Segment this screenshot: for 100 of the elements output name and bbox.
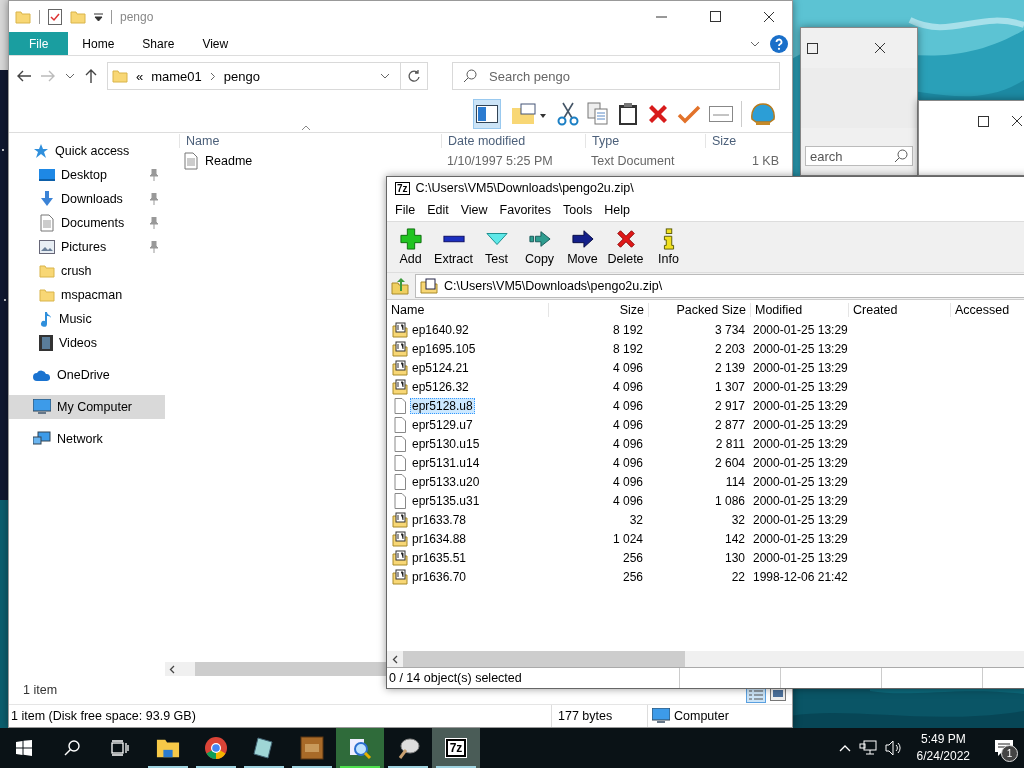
network-icon[interactable]: [858, 740, 877, 756]
search-field[interactable]: earch: [805, 146, 913, 166]
ribbon-tab[interactable]: Home: [68, 32, 129, 55]
address-field[interactable]: « mame01 pengo: [107, 62, 401, 90]
file-name[interactable]: pr1635.51: [410, 549, 469, 566]
close-icon[interactable]: [874, 42, 886, 54]
toolbar-button[interactable]: Move: [561, 222, 604, 272]
menu-item[interactable]: Edit: [421, 203, 455, 217]
up-folder-icon[interactable]: [391, 277, 409, 295]
column-header[interactable]: Name: [179, 134, 441, 148]
maximize-icon[interactable]: [978, 115, 989, 127]
file-name[interactable]: ep5124.21: [410, 359, 471, 376]
column-header[interactable]: Name: [387, 303, 549, 317]
clock[interactable]: 5:49 PM 6/24/2022: [910, 731, 976, 765]
delete-icon[interactable]: [647, 103, 669, 125]
maximize-icon[interactable]: [709, 11, 721, 22]
clipboard-icon[interactable]: [617, 102, 639, 126]
nav-item[interactable]: Desktop: [9, 163, 165, 187]
rename-icon[interactable]: [709, 106, 733, 122]
menu-item[interactable]: Tools: [557, 203, 599, 217]
shell-icon[interactable]: [750, 102, 776, 126]
preview-pane-button[interactable]: [473, 99, 501, 129]
windows-logo-icon[interactable]: [16, 740, 32, 756]
ribbon-tab[interactable]: View: [188, 32, 243, 55]
task-view-icon[interactable]: [111, 740, 129, 756]
close-icon[interactable]: [1011, 115, 1023, 127]
pin-icon[interactable]: [149, 217, 159, 229]
nav-item[interactable]: Network: [9, 427, 165, 451]
up-arrow-icon[interactable]: [85, 69, 97, 83]
nav-item[interactable]: My Computer: [9, 395, 165, 419]
ribbon-tab[interactable]: Share: [128, 32, 189, 55]
file-name[interactable]: epr5131.u14: [410, 454, 482, 471]
file-name[interactable]: epr5130.u15: [410, 435, 482, 452]
file-name[interactable]: Readme: [205, 154, 253, 168]
expand-ribbon-icon[interactable]: [750, 40, 760, 47]
menu-item[interactable]: Help: [598, 203, 636, 217]
toolbar-button[interactable]: Info: [647, 222, 690, 272]
refresh-button[interactable]: [400, 62, 428, 90]
path-field[interactable]: C:\Users\VM5\Downloads\pengo2u.zip\: [415, 274, 1024, 298]
dropdown-icon[interactable]: [94, 12, 103, 21]
file-name[interactable]: epr5135.u31: [410, 492, 482, 509]
nav-item[interactable]: Pictures: [9, 235, 165, 259]
nav-item[interactable]: mspacman: [9, 283, 165, 307]
close-icon[interactable]: [763, 10, 775, 23]
nav-item[interactable]: OneDrive: [9, 363, 165, 387]
back-arrow-icon[interactable]: [17, 70, 31, 82]
maximize-icon[interactable]: [806, 42, 818, 54]
scroll-left-icon[interactable]: [392, 654, 398, 664]
column-header[interactable]: Size: [549, 303, 649, 317]
toolbar-button[interactable]: Extract: [432, 222, 475, 272]
column-header[interactable]: Accessed: [951, 303, 1024, 317]
file-name[interactable]: epr5133.u20: [410, 473, 482, 490]
caret-up-icon[interactable]: [838, 744, 851, 752]
refresh-icon[interactable]: [407, 69, 421, 83]
help-icon[interactable]: [770, 34, 788, 53]
search-icon[interactable]: [64, 740, 80, 756]
column-header[interactable]: Type: [585, 134, 705, 148]
file-name[interactable]: epr5128.u8: [410, 397, 475, 414]
menu-item[interactable]: Favorites: [493, 203, 557, 217]
nav-item[interactable]: Quick access: [9, 139, 165, 163]
scissors-icon[interactable]: [557, 102, 579, 126]
menu-item[interactable]: View: [454, 203, 494, 217]
nav-item[interactable]: Downloads: [9, 187, 165, 211]
notifications-button[interactable]: 1: [984, 728, 1024, 768]
toolbar-button[interactable]: Add: [389, 222, 432, 272]
background-window[interactable]: [918, 100, 1024, 176]
search-field[interactable]: Search pengo: [452, 62, 780, 90]
column-header[interactable]: Packed Size: [649, 303, 751, 317]
address-dropdown-icon[interactable]: [380, 73, 390, 79]
speaker-icon[interactable]: [884, 740, 903, 756]
nav-item[interactable]: Documents: [9, 211, 165, 235]
file-name[interactable]: epr5129.u7: [410, 416, 475, 433]
recent-locations-icon[interactable]: [65, 73, 75, 79]
file-name[interactable]: ep1640.92: [410, 321, 471, 338]
file-name[interactable]: pr1634.88: [410, 530, 469, 547]
column-header[interactable]: Date modified: [441, 134, 585, 148]
horizontal-scrollbar[interactable]: [387, 651, 1024, 667]
menu-item[interactable]: File: [389, 203, 422, 217]
toolbar-button[interactable]: Test: [475, 222, 518, 272]
pin-icon[interactable]: [149, 169, 159, 181]
nav-item[interactable]: crush: [9, 259, 165, 283]
toolbar-button[interactable]: Delete: [604, 222, 647, 272]
background-window[interactable]: earch: [800, 27, 918, 176]
file-name[interactable]: pr1633.78: [410, 511, 469, 528]
column-header[interactable]: Created: [849, 303, 951, 317]
scroll-left-icon[interactable]: [169, 664, 175, 674]
file-name[interactable]: ep1695.105: [410, 340, 478, 357]
file-name[interactable]: ep5126.32: [410, 378, 471, 395]
checkmark-icon[interactable]: [677, 104, 701, 124]
file-name[interactable]: pr1636.70: [410, 568, 469, 585]
column-header[interactable]: Size: [705, 134, 785, 148]
properties-icon[interactable]: [48, 8, 62, 25]
pin-icon[interactable]: [149, 193, 159, 205]
minimize-icon[interactable]: [655, 15, 667, 18]
pin-icon[interactable]: [149, 241, 159, 253]
toolbar-button[interactable]: Copy: [518, 222, 561, 272]
nav-item[interactable]: Music: [9, 307, 165, 331]
taskbar-app[interactable]: 7z: [432, 728, 480, 768]
column-header[interactable]: Modified: [751, 303, 849, 317]
horizontal-scrollbar[interactable]: [165, 662, 386, 676]
